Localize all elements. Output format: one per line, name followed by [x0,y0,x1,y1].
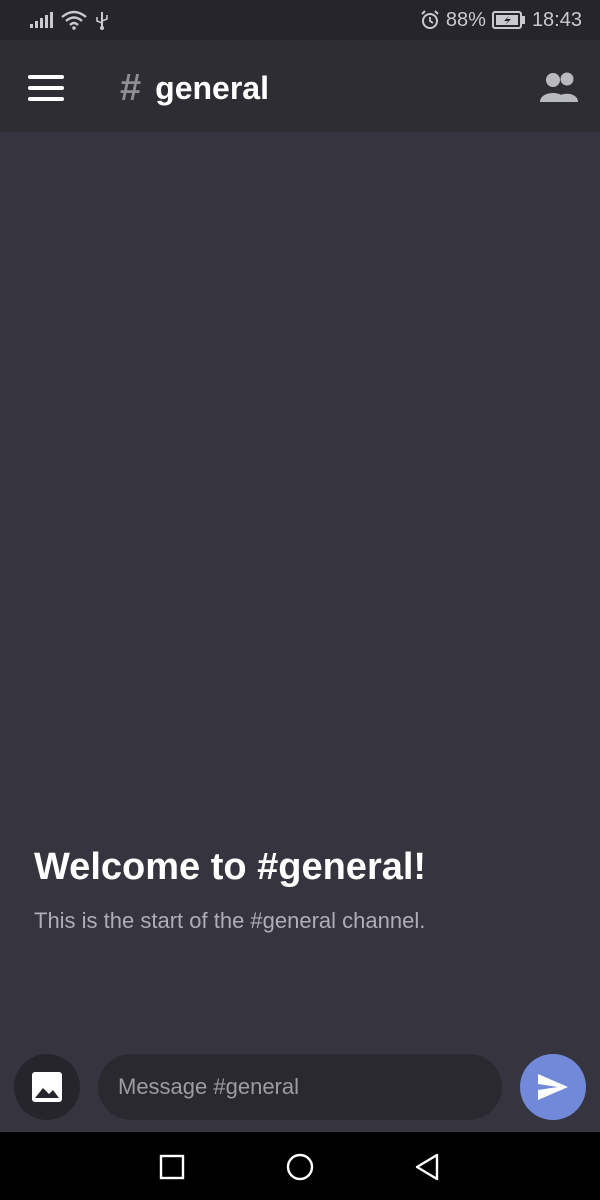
channel-hash-icon: # [120,67,142,109]
usb-icon [96,12,108,30]
channel-name: general [155,69,269,106]
status-bar: 88% 18:43 [0,0,600,40]
recents-icon[interactable] [157,1152,187,1182]
image-icon [32,1072,62,1102]
send-icon [538,1074,568,1100]
wifi-icon [61,10,87,30]
message-input[interactable] [98,1054,502,1120]
battery-charging-icon [491,11,525,29]
battery-percent: 88% [445,8,486,31]
signal-icon [30,12,53,28]
welcome-title: Welcome to #general! [34,846,427,888]
channel-title: # general [120,66,269,110]
welcome-subtitle: This is the start of the #general channe… [34,908,426,933]
alarm-icon [421,10,439,29]
back-icon[interactable] [412,1152,442,1182]
status-left [30,10,109,30]
system-nav-bar [0,1132,600,1200]
home-icon[interactable] [285,1152,315,1182]
send-button[interactable] [520,1054,586,1120]
members-icon[interactable] [538,70,582,104]
app-screen: 88% 18:43 # general Welcome to #general! [0,0,600,1200]
app-bar: # general [0,40,600,132]
clock: 18:43 [531,8,582,31]
attach-image-button[interactable] [14,1054,80,1120]
menu-icon[interactable] [28,75,66,101]
status-right: 88% 18:43 [420,9,582,32]
